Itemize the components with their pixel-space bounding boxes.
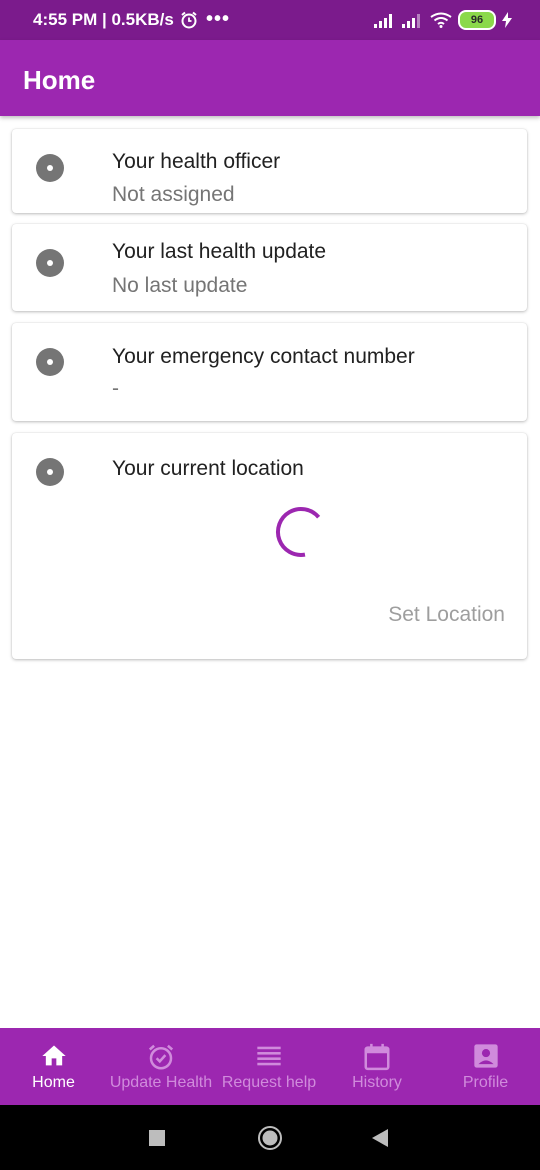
status-right: 96 [374,10,512,30]
status-overflow-dots: ••• [206,8,231,30]
home-icon [41,1045,66,1066]
nav-item-update-health[interactable]: Update Health [107,1028,215,1105]
card-health-officer[interactable]: Your health officer Not assigned [12,129,527,213]
nav-label: Home [32,1074,75,1091]
alarm-check-icon [148,1044,174,1070]
nav-item-history[interactable]: History [323,1028,431,1105]
card-last-health-update[interactable]: Your last health update No last update [12,224,527,311]
bottom-navigation: Home Update Health Request help History [0,1028,540,1105]
loading-spinner [276,507,321,557]
account-box-icon [473,1044,498,1068]
signal-icon-2 [402,14,420,28]
card-title: Your last health update [112,240,327,263]
nav-label: History [352,1074,402,1091]
signal-icon [374,14,392,28]
card-title: Your health officer [112,150,281,173]
nav-item-request-help[interactable]: Request help [215,1028,323,1105]
list-icon [257,1046,281,1066]
record-icon [36,458,64,486]
alarm-icon [181,11,197,29]
card-emergency-contact[interactable]: Your emergency contact number - [12,323,527,421]
nav-label: Request help [221,1074,317,1091]
app-bar: Home [0,40,540,116]
nav-item-home[interactable]: Home [0,1028,107,1105]
home-circle-icon[interactable] [257,1125,283,1151]
recents-icon[interactable] [148,1129,166,1147]
nav-item-profile[interactable]: Profile [431,1028,540,1105]
back-triangle-icon[interactable] [371,1128,389,1148]
record-icon [36,249,64,277]
card-subtitle: - [112,377,119,400]
charging-icon [502,12,512,28]
nav-label: Update Health [109,1074,213,1091]
card-title: Your current location [112,457,304,480]
card-subtitle: No last update [112,274,248,297]
card-title: Your emergency contact number [112,345,415,368]
status-left: 4:55 PM | 0.5KB/s [33,10,198,30]
status-time-network: 4:55 PM | 0.5KB/s [33,10,174,29]
record-icon [36,154,64,182]
page-title: Home [23,65,96,95]
battery-indicator: 96 [458,10,496,30]
record-icon [36,348,64,376]
wifi-icon [430,12,452,28]
nav-label: Profile [462,1074,509,1091]
status-bar: 4:55 PM | 0.5KB/s ••• 96 [0,0,540,40]
set-location-button[interactable]: Set Location [388,603,505,627]
system-navigation-bar [0,1105,540,1170]
card-subtitle: Not assigned [112,183,235,206]
calendar-icon [364,1043,390,1071]
card-current-location: Your current location Set Location [12,433,527,659]
